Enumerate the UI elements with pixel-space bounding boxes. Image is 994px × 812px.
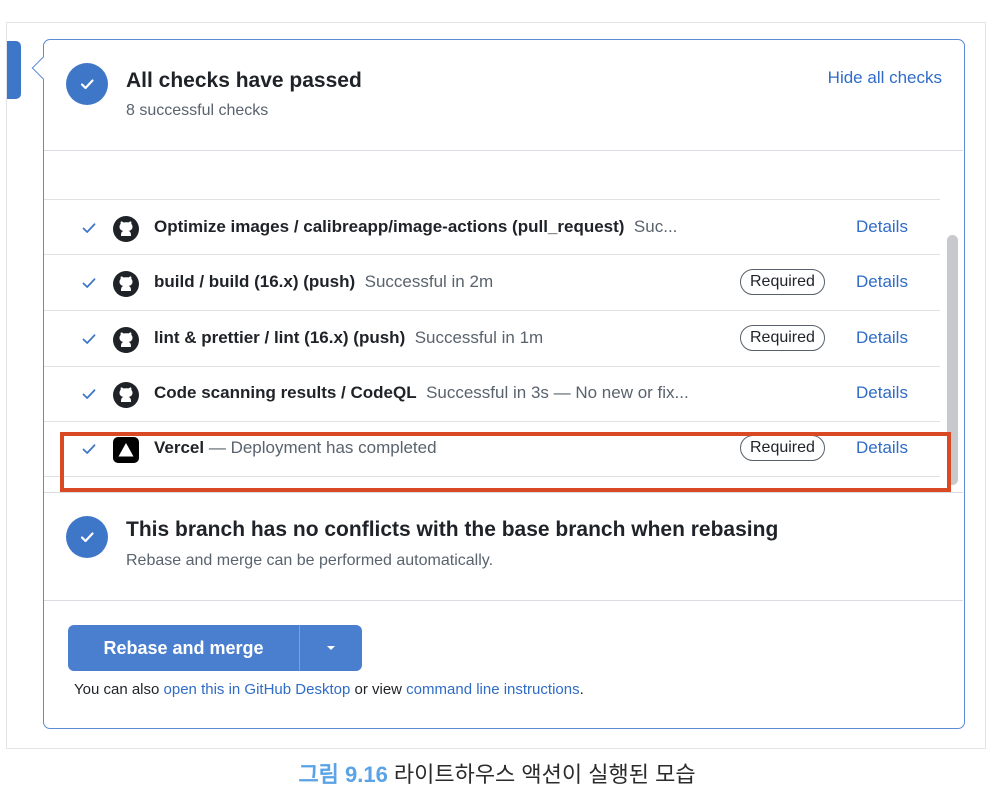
checks-subtitle: 8 successful checks bbox=[126, 102, 269, 119]
check-name: build / build (16.x) (push) bbox=[154, 272, 356, 291]
check-status: Successful in 2m bbox=[364, 272, 494, 291]
check-status: Successful in 3s — No new or fix... bbox=[426, 383, 689, 402]
check-status: Successful in 1m bbox=[414, 328, 544, 347]
rebase-merge-button-group: Rebase and merge bbox=[68, 625, 362, 671]
check-icon bbox=[81, 331, 97, 347]
check-name: Code scanning results / CodeQL bbox=[154, 383, 417, 402]
details-link[interactable]: Details bbox=[856, 328, 908, 348]
branch-status-subtitle: Rebase and merge can be performed automa… bbox=[126, 552, 494, 569]
merge-status-panel: All checks have passed 8 successful chec… bbox=[31, 39, 965, 729]
open-github-desktop-link[interactable]: open this in GitHub Desktop bbox=[164, 681, 351, 698]
github-icon bbox=[112, 381, 140, 409]
divider bbox=[44, 600, 963, 601]
check-status: Suc... bbox=[633, 217, 678, 236]
caret-down-icon bbox=[327, 646, 335, 650]
check-row-build: build / build (16.x) (push) Successful i… bbox=[44, 255, 940, 311]
details-link[interactable]: Details bbox=[856, 217, 908, 237]
rebase-and-merge-button[interactable]: Rebase and merge bbox=[68, 625, 300, 671]
github-icon bbox=[112, 270, 140, 298]
details-link[interactable]: Details bbox=[856, 272, 908, 292]
no-conflicts-icon bbox=[66, 516, 108, 558]
merge-alternatives-note: You can also open this in GitHub Desktop… bbox=[74, 681, 584, 698]
github-icon bbox=[112, 215, 140, 243]
branch-status-title: This branch has no conflicts with the ba… bbox=[126, 518, 779, 541]
check-row-lint-prettier: lint & prettier / lint (16.x) (push) Suc… bbox=[44, 311, 940, 367]
command-line-instructions-link[interactable]: command line instructions bbox=[406, 681, 579, 698]
merge-options-dropdown[interactable] bbox=[300, 625, 362, 671]
check-row-optimize-images: Optimize images / calibreapp/image-actio… bbox=[44, 199, 940, 255]
check-name: Optimize images / calibreapp/image-actio… bbox=[154, 217, 625, 236]
required-badge: Required bbox=[740, 325, 825, 351]
details-link[interactable]: Details bbox=[856, 383, 908, 403]
hide-all-checks-link[interactable]: Hide all checks bbox=[828, 68, 942, 88]
lighthouse-icon bbox=[112, 492, 140, 493]
timeline-marker bbox=[7, 41, 21, 99]
screenshot-frame: All checks have passed 8 successful chec… bbox=[6, 22, 986, 749]
check-row-code-scanning: Code scanning results / CodeQL Successfu… bbox=[44, 366, 940, 422]
check-name: lint & prettier / lint (16.x) (push) bbox=[154, 328, 406, 347]
check-icon bbox=[81, 275, 97, 291]
checks-title: All checks have passed bbox=[126, 69, 362, 92]
panel-pointer bbox=[31, 56, 55, 80]
required-badge: Required bbox=[740, 269, 825, 295]
check-icon bbox=[81, 386, 97, 402]
check-icon bbox=[81, 220, 97, 236]
figure-caption: 그림 9.16 라이트하우스 액션이 실행된 모습 bbox=[0, 757, 994, 789]
github-icon bbox=[112, 326, 140, 354]
caption-text: 라이트하우스 액션이 실행된 모습 bbox=[393, 762, 696, 787]
checks-passed-icon bbox=[66, 63, 108, 105]
figure-number: 그림 9.16 bbox=[298, 762, 388, 787]
highlight-box bbox=[60, 432, 951, 492]
